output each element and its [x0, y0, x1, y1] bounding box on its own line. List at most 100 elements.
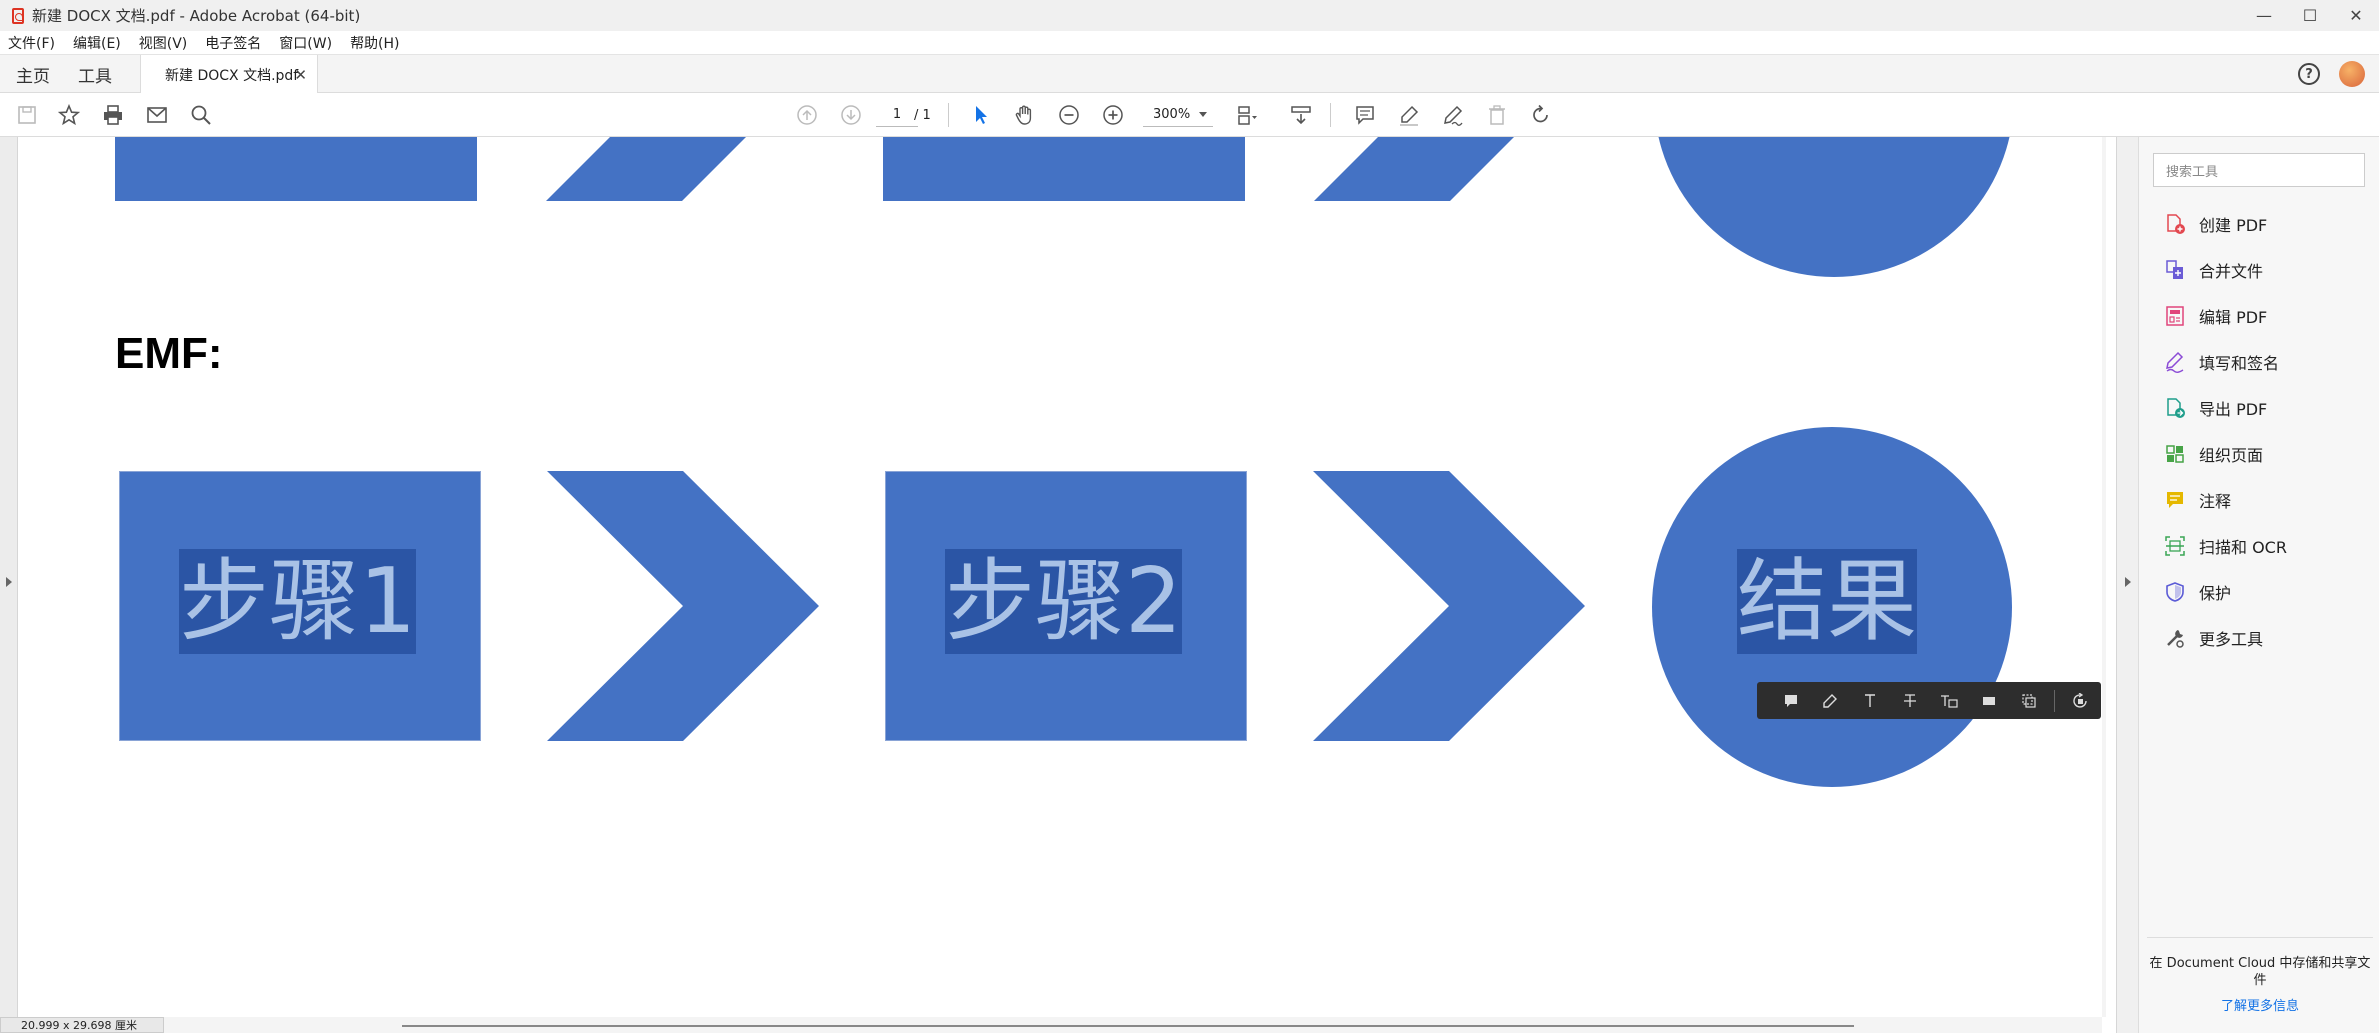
menu-view[interactable]: 视图(V): [139, 33, 188, 53]
tool-label: 填写和签名: [2199, 354, 2280, 373]
bookmark-star-icon[interactable]: [56, 103, 82, 127]
tool-export-pdf[interactable]: 导出 PDF: [2163, 393, 2267, 423]
tool-more-tools[interactable]: 更多工具: [2163, 623, 2263, 653]
copy-text-icon[interactable]: [2009, 688, 2049, 714]
tool-label: 保护: [2199, 584, 2232, 603]
minimize-button[interactable]: —: [2241, 0, 2287, 31]
tool-label: 更多工具: [2199, 630, 2264, 649]
tool-organize-pages[interactable]: 组织页面: [2163, 439, 2263, 469]
shape-label-step2[interactable]: 步骤2: [945, 549, 1183, 654]
emf-heading: EMF:: [115, 329, 223, 378]
tool-scan-ocr[interactable]: 扫描和 OCR: [2163, 531, 2287, 561]
shape-circle-top: [1654, 137, 2014, 277]
learn-more-link[interactable]: 了解更多信息: [2147, 995, 2373, 1014]
previous-page-icon[interactable]: [794, 103, 820, 127]
tab-tools[interactable]: 工具: [78, 55, 112, 93]
tool-create-pdf[interactable]: 创建 PDF: [2163, 209, 2267, 239]
email-icon[interactable]: [144, 103, 170, 127]
fill-sign-icon: [2163, 350, 2187, 374]
tool-label: 注释: [2199, 492, 2232, 511]
page-number-input[interactable]: 1: [876, 103, 918, 127]
horizontal-scrollbar[interactable]: [19, 1017, 2102, 1033]
more-options-icon[interactable]: [2061, 688, 2101, 714]
replace-text-icon[interactable]: [1930, 688, 1970, 714]
scan-ocr-icon: [2163, 534, 2187, 558]
zoom-in-icon[interactable]: [1100, 103, 1126, 127]
tool-label: 合并文件: [2199, 262, 2264, 281]
toolbar-divider: [948, 103, 949, 127]
page-total: / 1: [914, 107, 931, 123]
tool-comment[interactable]: 注释: [2163, 485, 2231, 515]
tool-combine-files[interactable]: 合并文件: [2163, 255, 2263, 285]
horizontal-scroll-thumb[interactable]: [402, 1025, 1854, 1027]
floating-text-toolbar: [1757, 682, 2101, 719]
print-icon[interactable]: [100, 103, 126, 127]
maximize-button[interactable]: ☐: [2287, 0, 2333, 31]
menu-help[interactable]: 帮助(H): [350, 33, 399, 53]
menu-esign[interactable]: 电子签名: [205, 33, 261, 53]
hand-tool-icon[interactable]: [1012, 103, 1038, 127]
close-window-button[interactable]: ✕: [2333, 0, 2379, 31]
collapse-pane-icon[interactable]: [2125, 577, 2131, 587]
shape-rect-top-2: [883, 137, 1245, 201]
tool-label: 导出 PDF: [2199, 400, 2268, 419]
search-icon[interactable]: [188, 103, 214, 127]
rotate-icon[interactable]: [1528, 103, 1554, 127]
shape-chevron-1: [547, 471, 819, 741]
more-tools-icon: [2163, 626, 2187, 650]
tool-edit-pdf[interactable]: 编辑 PDF: [2163, 301, 2267, 331]
edit-pdf-icon: [2163, 304, 2187, 328]
avatar[interactable]: [2339, 61, 2365, 87]
strikethrough-text-icon[interactable]: [1890, 688, 1930, 714]
title-bar: 新建 DOCX 文档.pdf - Adobe Acrobat (64-bit) …: [0, 0, 2379, 31]
pdf-page[interactable]: EMF: 步骤1 步骤2 结果: [19, 137, 2102, 1017]
document-viewport[interactable]: EMF: 步骤1 步骤2 结果 20.999 x 29.698 厘米: [0, 137, 2106, 1033]
scroll-mode-icon[interactable]: [1288, 103, 1314, 127]
zoom-level-value: 300%: [1153, 107, 1191, 122]
tab-document[interactable]: 新建 DOCX 文档.pdf ✕: [140, 55, 318, 94]
zoom-level-select[interactable]: 300%: [1143, 103, 1213, 127]
tab-document-label: 新建 DOCX 文档.pdf: [165, 67, 299, 84]
tool-fill-sign[interactable]: 填写和签名: [2163, 347, 2279, 377]
tool-label: 扫描和 OCR: [2199, 538, 2287, 557]
zoom-out-icon[interactable]: [1056, 103, 1082, 127]
menu-bar: 文件(F) 编辑(E) 视图(V) 电子签名 窗口(W) 帮助(H): [0, 31, 2379, 55]
pane-divider: [2147, 937, 2373, 938]
highlight-text-icon[interactable]: [1811, 688, 1851, 714]
create-pdf-icon: [2163, 212, 2187, 236]
comment-icon[interactable]: [1352, 103, 1378, 127]
tab-home[interactable]: 主页: [16, 55, 50, 93]
page-fit-icon[interactable]: [1234, 103, 1260, 127]
menu-file[interactable]: 文件(F): [8, 33, 55, 53]
organize-pages-icon: [2163, 442, 2187, 466]
menu-edit[interactable]: 编辑(E): [73, 33, 121, 53]
tool-label: 编辑 PDF: [2199, 308, 2268, 327]
expand-left-panel-icon[interactable]: [6, 577, 12, 587]
underline-text-icon[interactable]: [1850, 688, 1890, 714]
select-cursor-icon[interactable]: [968, 103, 994, 127]
shape-label-result[interactable]: 结果: [1737, 549, 1917, 654]
next-page-icon[interactable]: [838, 103, 864, 127]
sign-pen-icon[interactable]: [1440, 103, 1466, 127]
save-icon[interactable]: [14, 103, 40, 127]
menu-window[interactable]: 窗口(W): [279, 33, 332, 53]
search-tools-input[interactable]: 搜索工具: [2153, 153, 2365, 187]
window-title: 新建 DOCX 文档.pdf - Adobe Acrobat (64-bit): [32, 7, 361, 25]
vertical-scrollbar[interactable]: [2102, 137, 2106, 1017]
left-panel-strip[interactable]: [0, 137, 18, 1033]
shape-rect-top-1: [115, 137, 477, 201]
delete-icon[interactable]: [1484, 103, 1510, 127]
document-cloud-promo: 在 Document Cloud 中存储和共享文件: [2149, 956, 2371, 988]
shape-label-step1[interactable]: 步骤1: [179, 549, 417, 654]
highlight-pen-icon[interactable]: [1396, 103, 1422, 127]
add-comment-icon[interactable]: [1771, 688, 1811, 714]
close-tab-icon[interactable]: ✕: [294, 66, 307, 84]
help-icon[interactable]: ?: [2298, 63, 2320, 85]
tools-pane: 搜索工具 创建 PDF 合并文件 编辑 PDF 填写和签名 导出 PDF 组织页: [2116, 137, 2379, 1033]
combine-files-icon: [2163, 258, 2187, 282]
protect-icon: [2163, 580, 2187, 604]
collapse-pane-strip[interactable]: [2117, 137, 2139, 1033]
page-size-readout: 20.999 x 29.698 厘米: [0, 1017, 164, 1033]
redact-text-icon[interactable]: [1969, 688, 2009, 714]
tool-protect[interactable]: 保护: [2163, 577, 2231, 607]
